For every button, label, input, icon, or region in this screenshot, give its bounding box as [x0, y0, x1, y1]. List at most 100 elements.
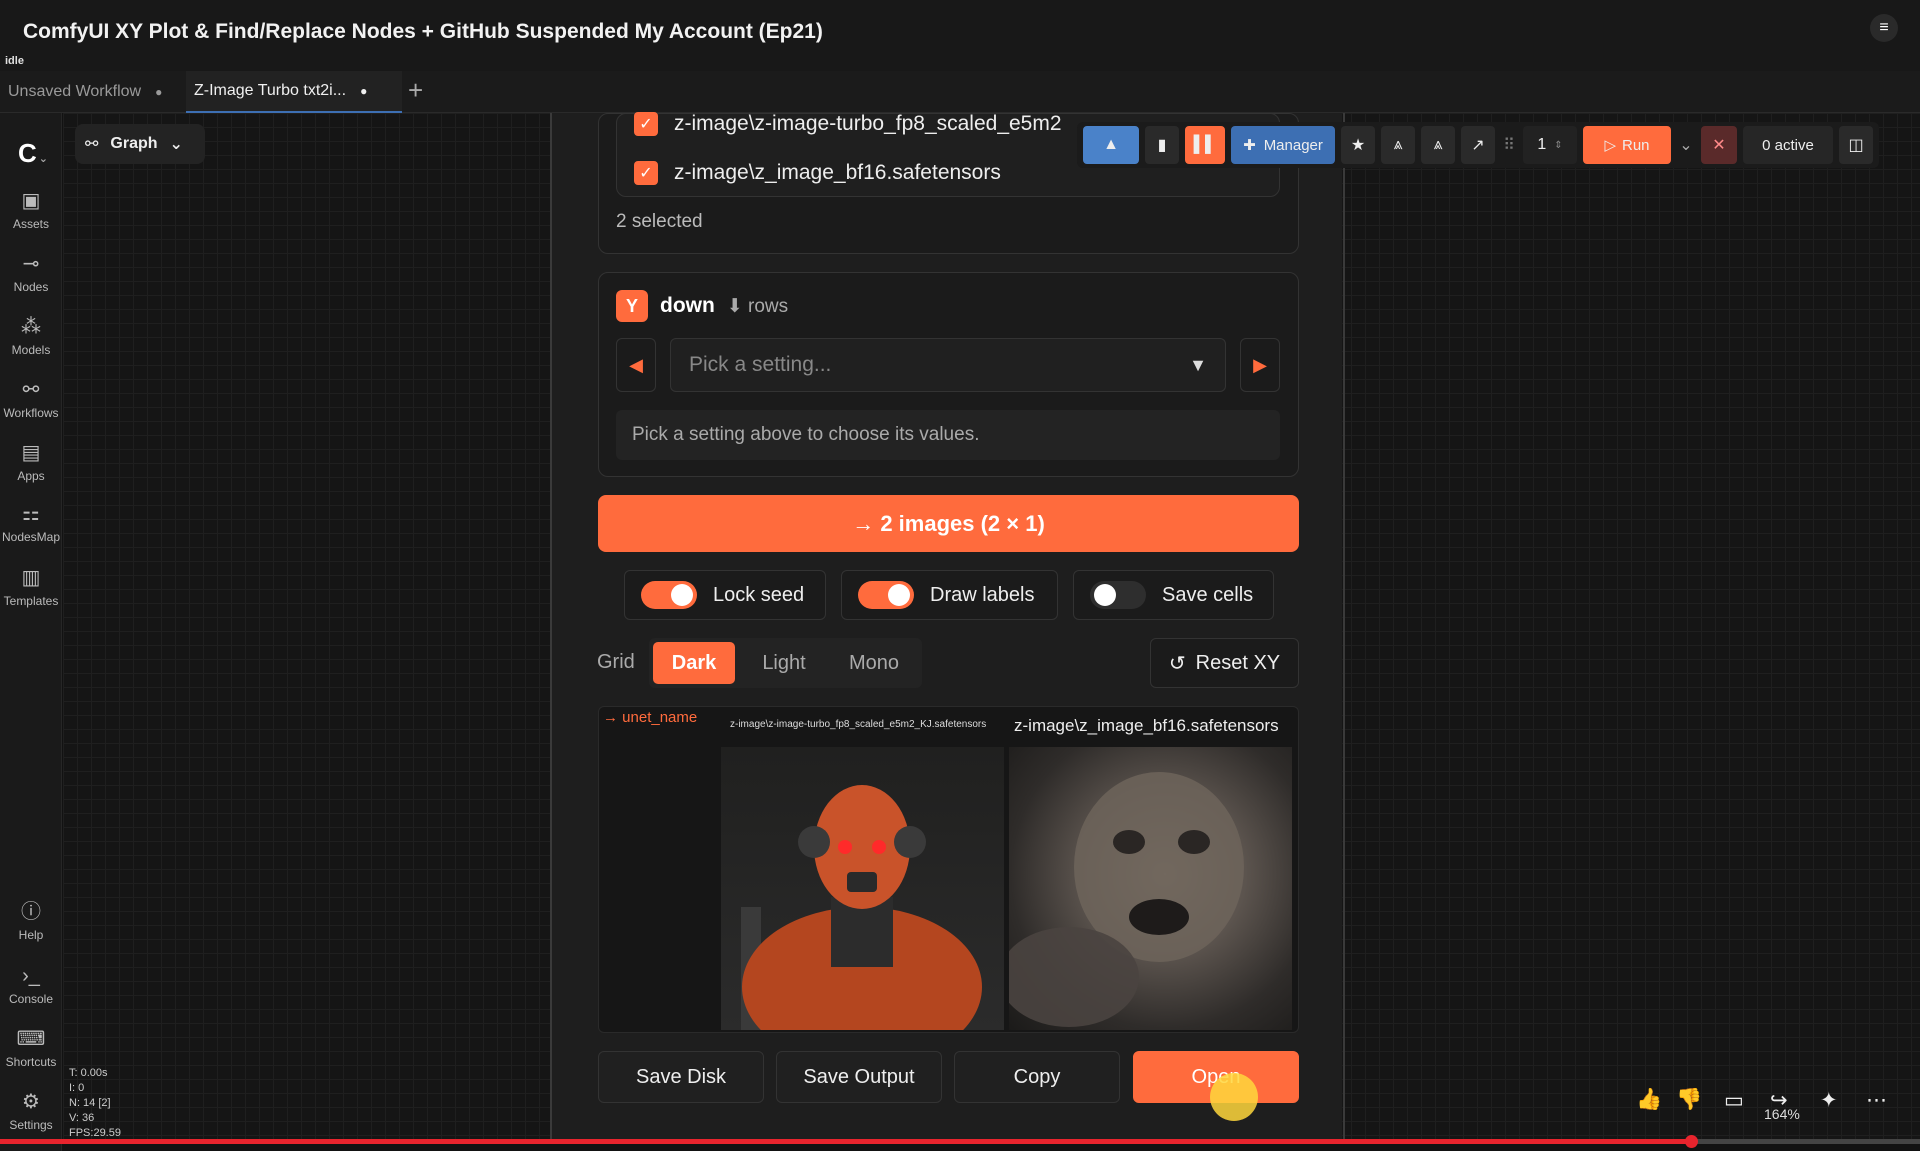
toggle-label: Lock seed [713, 583, 805, 606]
queue-count-input[interactable]: 1 ⇕ [1523, 126, 1577, 164]
like-icon[interactable]: 👍 [1636, 1088, 1662, 1112]
toggle-label: Save cells [1162, 583, 1254, 606]
model-icon-b[interactable]: ⩓ [1421, 126, 1455, 164]
toggle-switch[interactable] [641, 581, 697, 609]
sidebar-item-shortcuts[interactable]: ⌨ Shortcuts [0, 1026, 62, 1069]
selected-count: 2 selected [616, 211, 703, 232]
preview-image-creature[interactable] [1009, 747, 1292, 1030]
graph-view-button[interactable]: ⚯ Graph ⌄ [75, 124, 205, 164]
sidebar-item-label: Shortcuts [5, 1055, 57, 1069]
toggle-switch[interactable] [858, 581, 914, 609]
active-queue-button[interactable]: 0 active [1743, 126, 1833, 164]
sidebar-item-label: Apps [17, 469, 45, 483]
sidebar-item-nodesmap[interactable]: ⚏ NodesMap [0, 501, 62, 544]
y-setting-select[interactable]: Pick a setting... ▼ [670, 338, 1226, 392]
x-option-1[interactable]: ✓ z-image\z-image-turbo_fp8_scaled_e5m2 [634, 112, 1062, 136]
unsaved-dot-icon[interactable]: ● [360, 84, 367, 98]
help-icon: ⓘ [21, 901, 41, 923]
y-hint: Pick a setting above to choose its value… [616, 410, 1280, 460]
caret-down-icon: ▼ [1189, 354, 1207, 375]
sidebar-item-nodes[interactable]: ⊸ Nodes [0, 251, 62, 294]
progress-scrubber[interactable] [1685, 1135, 1698, 1148]
bookmark-icon[interactable]: ▮ [1145, 126, 1179, 164]
sidebar-item-workflows[interactable]: ⚯ Workflows [0, 377, 62, 420]
sidebar-item-console[interactable]: ›_ Console [0, 963, 62, 1006]
tab-unsaved-workflow[interactable]: Unsaved Workflow ● [0, 71, 182, 113]
checkbox-checked-icon[interactable]: ✓ [634, 112, 658, 136]
grid-mono-option[interactable]: Mono [833, 642, 915, 684]
toggle-knob [671, 584, 693, 606]
sidebar-item-assets[interactable]: ▣ Assets [0, 188, 62, 231]
y-badge: Y [616, 290, 648, 322]
sidebar-item-models[interactable]: ⁂ Models [0, 314, 62, 357]
stat-line: V: 36 [69, 1112, 95, 1124]
chevron-down-icon[interactable]: ⌄ [1677, 126, 1695, 164]
drag-handle-icon[interactable]: ⠿ [1501, 126, 1517, 164]
top-toolbar: ▲ ▮ ▌▌ ✚ Manager ★ ⩓ ⩓ ↗ ⠿ 1 ⇕ ▷ Run ⌄ ✕ 0 … [1077, 122, 1879, 168]
save-cells-toggle[interactable]: Save cells [1073, 570, 1274, 620]
video-title: ComfyUI XY Plot & Find/Replace Nodes + G… [23, 20, 823, 43]
triangle-left-icon: ◀ [629, 354, 643, 375]
reset-xy-button[interactable]: ↺ Reset XY [1150, 638, 1299, 688]
playlist-menu-icon[interactable]: ≡ [1870, 14, 1898, 42]
prev-setting-button[interactable]: ◀ [616, 338, 656, 392]
column-label-1: z-image\z-image-turbo_fp8_scaled_e5m2_KJ… [730, 719, 987, 730]
share-arrow-icon[interactable]: ↗ [1461, 126, 1495, 164]
more-icon[interactable]: ⋯ [1866, 1088, 1887, 1113]
star-icon[interactable]: ★ [1341, 126, 1375, 164]
console-icon: ›_ [22, 965, 40, 987]
y-axis-header: Y down ⬇ rows [616, 290, 788, 322]
audio-bars-icon[interactable]: ▌▌ [1185, 126, 1225, 164]
copy-button[interactable]: Copy [954, 1051, 1120, 1103]
puzzle-icon: ✚ [1243, 137, 1256, 154]
mountain-logo-icon[interactable]: ▲ [1083, 126, 1139, 164]
save-disk-button[interactable]: Save Disk [598, 1051, 764, 1103]
new-tab-button[interactable]: + [408, 75, 423, 106]
run-button[interactable]: ▷ Run [1583, 126, 1671, 164]
comments-icon[interactable]: ▭ [1724, 1088, 1744, 1113]
gear-icon: ⚙ [22, 1091, 40, 1113]
reset-icon: ↺ [1168, 652, 1186, 675]
toggle-knob [888, 584, 910, 606]
graph-label: Graph [110, 135, 158, 152]
toggle-switch[interactable] [1090, 581, 1146, 609]
apps-icon: ▤ [21, 442, 41, 464]
column-label-2: z-image\z_image_bf16.safetensors [1014, 716, 1279, 735]
comfy-logo[interactable]: C ⌄ [18, 138, 48, 169]
checkbox-checked-icon[interactable]: ✓ [634, 161, 658, 185]
next-setting-button[interactable]: ▶ [1240, 338, 1280, 392]
chevron-down-icon: ⌄ [169, 136, 183, 153]
grid-light-option[interactable]: Light [745, 642, 823, 684]
zoom-level[interactable]: 164% [1764, 1106, 1800, 1122]
cancel-icon[interactable]: ✕ [1701, 126, 1737, 164]
sidebar-item-label: Nodes [13, 280, 49, 294]
sidebar-item-label: Settings [9, 1118, 53, 1132]
sidebar-item-help[interactable]: ⓘ Help [0, 899, 62, 942]
manager-label: Manager [1263, 136, 1323, 154]
dislike-icon[interactable]: 👎 [1676, 1088, 1702, 1112]
model-icon-a[interactable]: ⩓ [1381, 126, 1415, 164]
video-progress-bar[interactable] [0, 1135, 1920, 1148]
grid-dark-option[interactable]: Dark [653, 642, 735, 684]
templates-icon: ▥ [21, 567, 41, 589]
robot-illustration [741, 785, 982, 1030]
lock-seed-toggle[interactable]: Lock seed [624, 570, 826, 620]
stepper-icon[interactable]: ⇕ [1554, 140, 1562, 151]
unsaved-dot-icon[interactable]: ● [155, 85, 162, 99]
save-output-button[interactable]: Save Output [776, 1051, 942, 1103]
preview-image-robot[interactable] [721, 747, 1004, 1030]
generate-button[interactable]: → 2 images (2 × 1) [598, 495, 1299, 552]
x-option-2[interactable]: ✓ z-image\z_image_bf16.safetensors [634, 161, 1001, 185]
draw-labels-toggle[interactable]: Draw labels [841, 570, 1058, 620]
tab-label: Unsaved Workflow [8, 83, 142, 100]
nodes-icon: ⊸ [22, 253, 40, 275]
sidebar-item-apps[interactable]: ▤ Apps [0, 440, 62, 483]
sparkle-icon[interactable]: ✦ [1820, 1088, 1838, 1113]
grid-theme-segmented: Dark Light Mono [649, 638, 922, 688]
panel-toggle-icon[interactable]: ◫ [1839, 126, 1873, 164]
x-option-label: z-image\z-image-turbo_fp8_scaled_e5m2 [674, 112, 1062, 135]
manager-button[interactable]: ✚ Manager [1231, 126, 1335, 164]
tab-z-image-turbo[interactable]: Z-Image Turbo txt2i... ● [186, 71, 402, 113]
sidebar-item-templates[interactable]: ▥ Templates [0, 565, 62, 608]
sidebar-item-settings[interactable]: ⚙ Settings [0, 1089, 62, 1132]
